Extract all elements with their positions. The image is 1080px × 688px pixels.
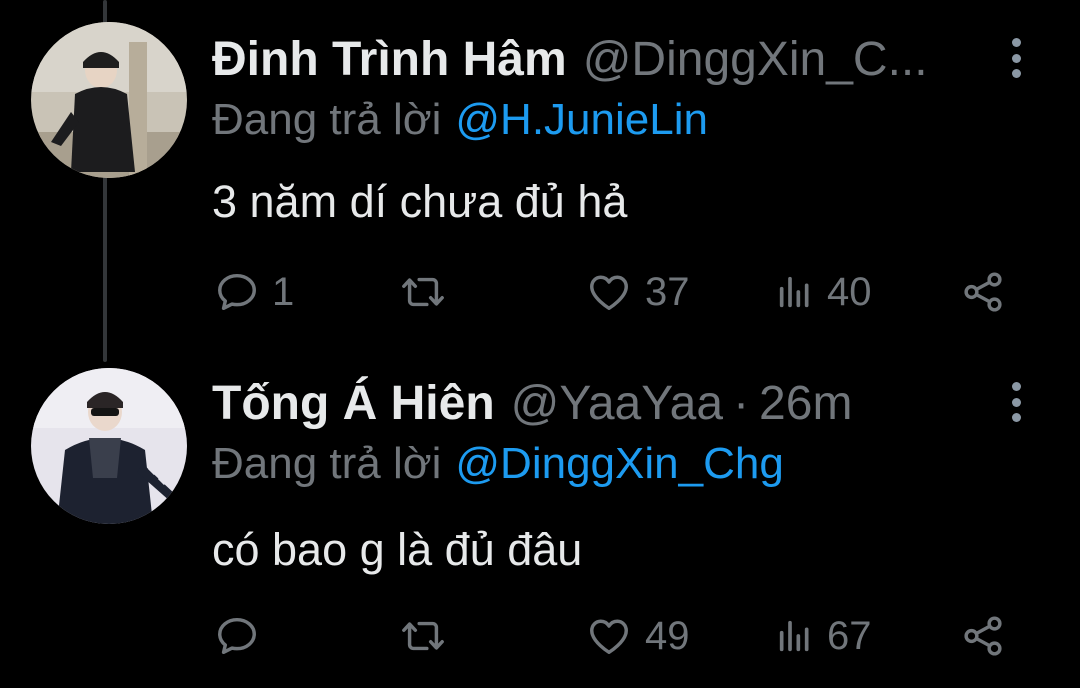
tweet-reply-1[interactable]: Đinh Trình Hâm @DinggXin_C... Đang trả l… (0, 0, 1080, 344)
replying-to-line: Đang trả lời @DinggXin_Chg (212, 434, 784, 494)
reply-icon (218, 617, 256, 655)
replying-to-line: Đang trả lời @H.JunieLin (212, 90, 708, 150)
reply-mention-link[interactable]: @DinggXin_Chg (455, 439, 783, 488)
action-bar: 1 37 40 (0, 262, 1080, 322)
action-bar: 49 67 (0, 606, 1080, 666)
share-icon (964, 616, 1002, 656)
avatar[interactable] (31, 22, 187, 178)
heart-icon (590, 619, 628, 655)
share-button[interactable] (960, 606, 1006, 666)
more-options-button[interactable] (1006, 38, 1026, 78)
reply-icon (218, 273, 256, 311)
like-count: 49 (645, 613, 690, 658)
retweet-button[interactable] (398, 262, 460, 322)
retweet-icon (402, 277, 444, 307)
heart-icon (590, 275, 628, 311)
reply-button[interactable] (214, 606, 272, 666)
user-handle[interactable]: @DinggXin_C... (583, 28, 928, 92)
views-button[interactable]: 40 (775, 262, 872, 322)
user-avatar-photo-icon (31, 22, 187, 178)
replying-to-label: Đang trả lời (212, 95, 442, 144)
more-options-icon (1011, 382, 1021, 391)
tweet-reply-2[interactable]: Tống Á Hiên @YaaYaa · 26m Đang trả lời @D… (0, 344, 1080, 688)
views-button[interactable]: 67 (775, 606, 872, 666)
replying-to-label: Đang trả lời (212, 439, 442, 488)
tweet-header: Đinh Trình Hâm @DinggXin_C... (212, 28, 972, 92)
more-options-button[interactable] (1006, 382, 1026, 422)
share-icon (964, 272, 1002, 312)
view-count: 40 (827, 269, 872, 314)
more-options-icon (1011, 38, 1021, 47)
views-icon (779, 276, 809, 308)
reply-mention-link[interactable]: @H.JunieLin (455, 95, 708, 144)
retweet-button[interactable] (398, 606, 460, 666)
view-count: 67 (827, 613, 872, 658)
header-separator: · (733, 377, 750, 430)
tweet-timestamp[interactable]: 26m (759, 372, 852, 436)
share-button[interactable] (960, 262, 1006, 322)
user-handle[interactable]: @YaaYaa (511, 372, 723, 436)
tweet-header: Tống Á Hiên @YaaYaa · 26m (212, 372, 972, 436)
views-icon (779, 620, 809, 652)
tweet-text: 3 năm dí chưa đủ hả (212, 176, 628, 227)
display-name[interactable]: Tống Á Hiên (212, 372, 495, 436)
reply-button[interactable]: 1 (214, 262, 294, 322)
user-avatar-photo-icon (31, 368, 187, 524)
display-name[interactable]: Đinh Trình Hâm (212, 28, 567, 92)
like-button[interactable]: 49 (585, 606, 690, 666)
retweet-icon (402, 621, 444, 651)
tweet-text: có bao g là đủ đâu (212, 524, 583, 575)
like-button[interactable]: 37 (585, 262, 690, 322)
avatar[interactable] (31, 368, 187, 524)
like-count: 37 (645, 269, 690, 314)
reply-count: 1 (272, 269, 295, 314)
